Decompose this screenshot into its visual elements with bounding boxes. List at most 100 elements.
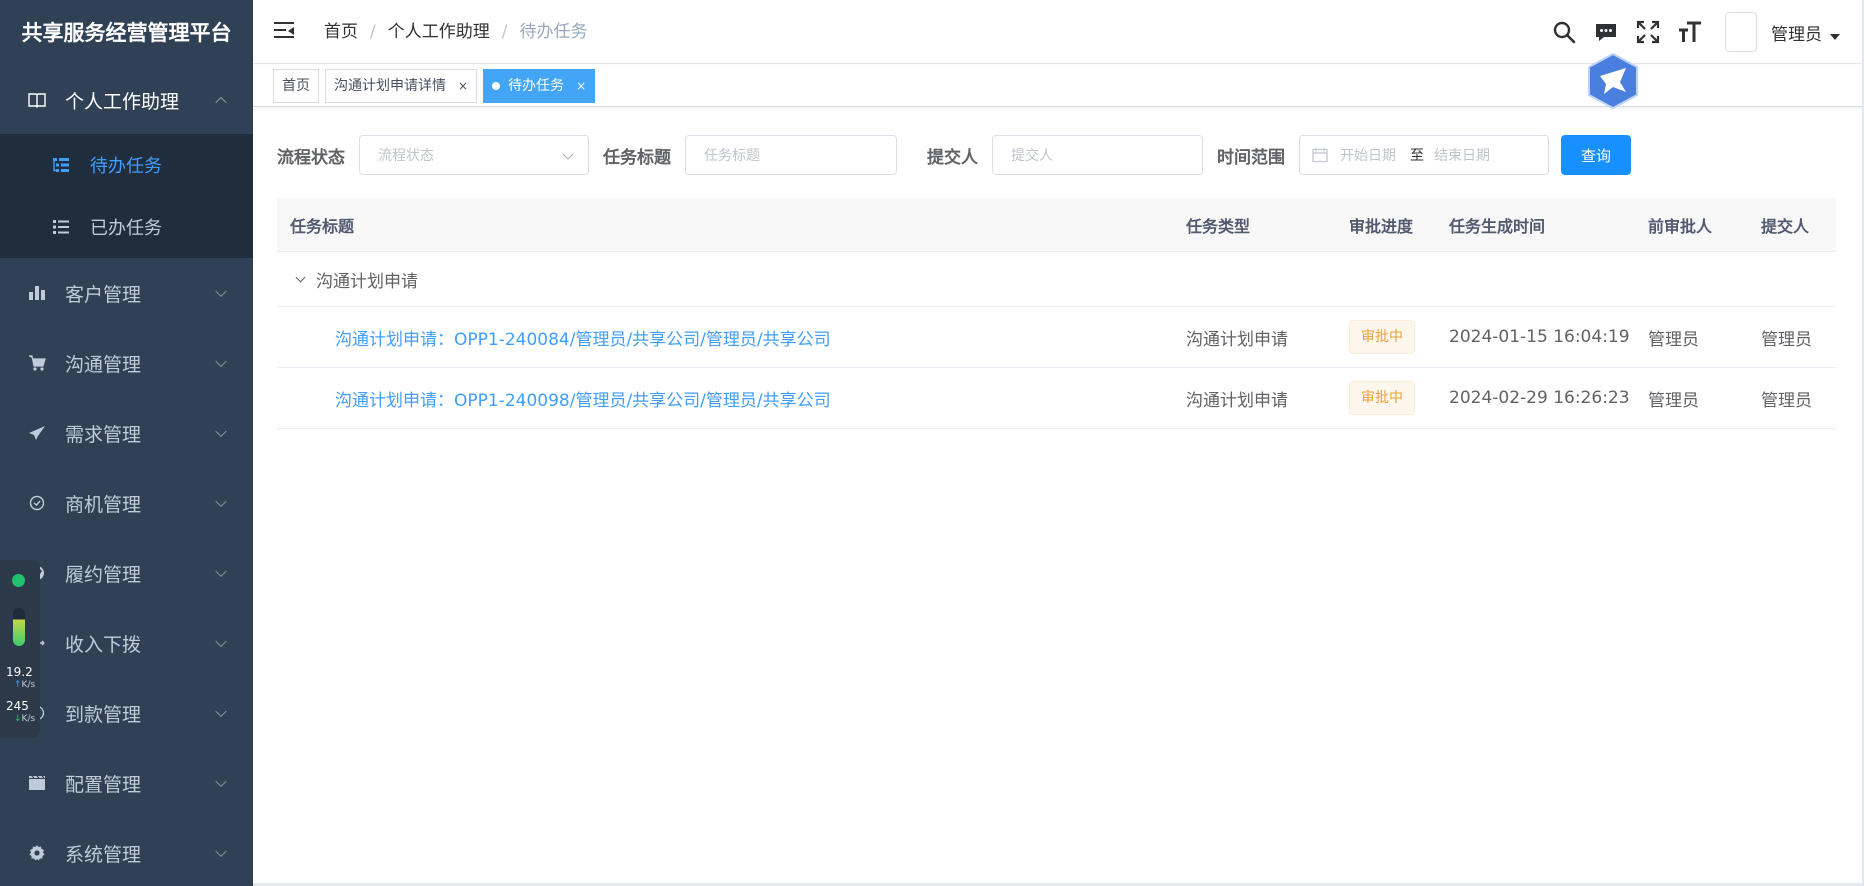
upload-unit-label: K/s [21,680,36,690]
sidebar-item-label: 个人工作助理 [65,90,180,113]
sidebar-item-opportunity[interactable]: 商机管理 [0,468,253,538]
sidebar-item-demand[interactable]: 需求管理 [0,398,253,468]
check-circle-icon [28,494,46,512]
paper-plane-icon [28,424,46,442]
status-select-placeholder: 流程状态 [378,148,434,164]
sidebar-item-system[interactable]: 系统管理 [0,818,253,886]
created-time: 2024-01-15 16:04:19 [1449,327,1630,347]
bar-chart-icon [28,284,46,302]
breadcrumb-personal-assistant[interactable]: 个人工作助理 [388,0,490,64]
chevron-down-icon [215,635,227,648]
upload-speed-unit: ↑K/s [6,679,35,692]
breadcrumb-home[interactable]: 首页 [324,0,358,64]
tag-label: 首页 [282,77,310,94]
app-logo-title: 共享服务经营管理平台 [21,21,232,45]
title-input-placeholder: 任务标题 [704,148,760,164]
column-header-title: 任务标题 [290,216,355,236]
book-icon [28,91,46,109]
title-filter-label: 任务标题 [603,147,671,168]
close-icon[interactable]: × [458,70,468,102]
sidebar-item-label: 客户管理 [65,283,142,306]
progress-cell: 审批中 [1349,368,1415,428]
submenu-personal-assistant: 待办任务 已办任务 [0,134,253,258]
chevron-up-icon [215,96,227,109]
column-header-submitter: 提交人 [1761,216,1810,236]
caret-down-icon[interactable] [1830,34,1840,40]
sidebar-subitem-label: 已办任务 [90,218,162,239]
sidebar-item-label: 履约管理 [65,563,142,586]
avatar[interactable] [1725,12,1757,52]
chevron-down-icon [215,775,227,788]
tag-todo-tasks[interactable]: 待办任务 × [483,68,596,103]
cart-icon [28,354,46,372]
fullscreen-icon[interactable] [1635,19,1661,45]
download-speed-value: 245 [6,699,29,713]
submitter-input[interactable]: 提交人 [992,135,1203,175]
breadcrumb-separator: / [501,22,508,42]
title-input[interactable]: 任务标题 [685,135,897,175]
tag-home[interactable]: 首页 [273,68,319,103]
task-type: 沟通计划申请 [1186,390,1288,411]
download-speed-unit: ↓K/s [6,713,35,726]
arrow-up-icon: ↑ [14,680,22,690]
breadcrumb-current: 待办任务 [519,22,588,42]
prev-approver: 管理员 [1648,329,1699,350]
chevron-down-icon [215,495,227,508]
sidebar-item-label: 需求管理 [65,423,142,446]
task-table: 任务标题 任务类型 审批进度 任务生成时间 前审批人 提交人 沟通计划申请 沟通… [277,198,1836,429]
chevron-down-icon [215,425,227,438]
sidebar-subitem-todo[interactable]: 待办任务 [0,134,253,196]
chevron-down-icon [215,355,227,368]
column-header-progress: 审批进度 [1349,216,1414,236]
sidebar: 共享服务经营管理平台 个人工作助理 待办任务 已办任务 客户管理 沟通管理 需求… [0,0,253,886]
task-title-link[interactable]: 沟通计划申请：OPP1-240098/管理员/共享公司/管理员/共享公司 [335,368,831,428]
sidebar-subitem-label: 待办任务 [90,156,162,177]
sidebar-item-personal-assistant[interactable]: 个人工作助理 [0,66,253,134]
chevron-down-icon [215,845,227,858]
chevron-down-icon[interactable] [295,272,306,282]
gear-icon [28,844,46,862]
network-speed-widget[interactable]: 19.2 ↑K/s 245 ↓K/s [0,560,40,738]
query-button[interactable]: 查询 [1561,135,1631,175]
sidebar-item-config[interactable]: 配置管理 [0,748,253,818]
status-select[interactable]: 流程状态 [359,135,589,175]
message-icon[interactable] [1593,19,1619,45]
sidebar-item-label: 商机管理 [65,493,142,516]
submitter-filter-label: 提交人 [927,147,978,168]
column-header-type: 任务类型 [1186,216,1251,236]
sidebar-item-communication[interactable]: 沟通管理 [0,328,253,398]
sidebar-item-customer[interactable]: 客户管理 [0,258,253,328]
font-size-icon[interactable] [1677,19,1703,45]
sidebar-item-label: 系统管理 [65,843,142,866]
tag-communication-plan-detail[interactable]: 沟通计划申请详情 × [325,68,478,103]
date-range-picker[interactable]: 开始日期 至 结束日期 [1299,135,1549,175]
task-title-link[interactable]: 沟通计划申请：OPP1-240084/管理员/共享公司/管理员/共享公司 [335,307,831,367]
end-date-placeholder[interactable]: 结束日期 [1434,145,1490,165]
progress-cell: 审批中 [1349,307,1415,367]
download-speed: 245 ↓K/s [6,700,35,726]
group-label: 沟通计划申请 [316,271,418,292]
search-icon[interactable] [1551,19,1577,45]
chevron-down-icon [215,285,227,298]
arrow-down-icon: ↓ [14,714,22,724]
list-tree-icon [52,156,70,174]
submitter: 管理员 [1761,329,1812,350]
table-group-row[interactable]: 沟通计划申请 [277,252,1836,307]
table-row[interactable]: 沟通计划申请：OPP1-240084/管理员/共享公司/管理员/共享公司 沟通计… [277,307,1836,368]
floating-assistant-icon[interactable] [1586,52,1640,110]
active-dot-icon [492,81,501,90]
table-row[interactable]: 沟通计划申请：OPP1-240098/管理员/共享公司/管理员/共享公司 沟通计… [277,368,1836,429]
user-name[interactable]: 管理员 [1771,20,1822,45]
chevron-down-icon [215,705,227,718]
start-date-placeholder[interactable]: 开始日期 [1340,145,1396,165]
status-badge: 审批中 [1349,320,1415,354]
sidebar-item-label: 到款管理 [65,703,142,726]
close-icon[interactable]: × [576,70,586,102]
column-header-created: 任务生成时间 [1449,216,1546,236]
sidebar-subitem-done[interactable]: 已办任务 [0,196,253,258]
time-range-label: 时间范围 [1217,147,1285,168]
sidebar-toggle-icon[interactable] [274,22,294,40]
tag-label: 沟通计划申请详情 [334,77,446,94]
sidebar-item-label: 配置管理 [65,773,142,796]
status-filter-label: 流程状态 [277,147,345,168]
